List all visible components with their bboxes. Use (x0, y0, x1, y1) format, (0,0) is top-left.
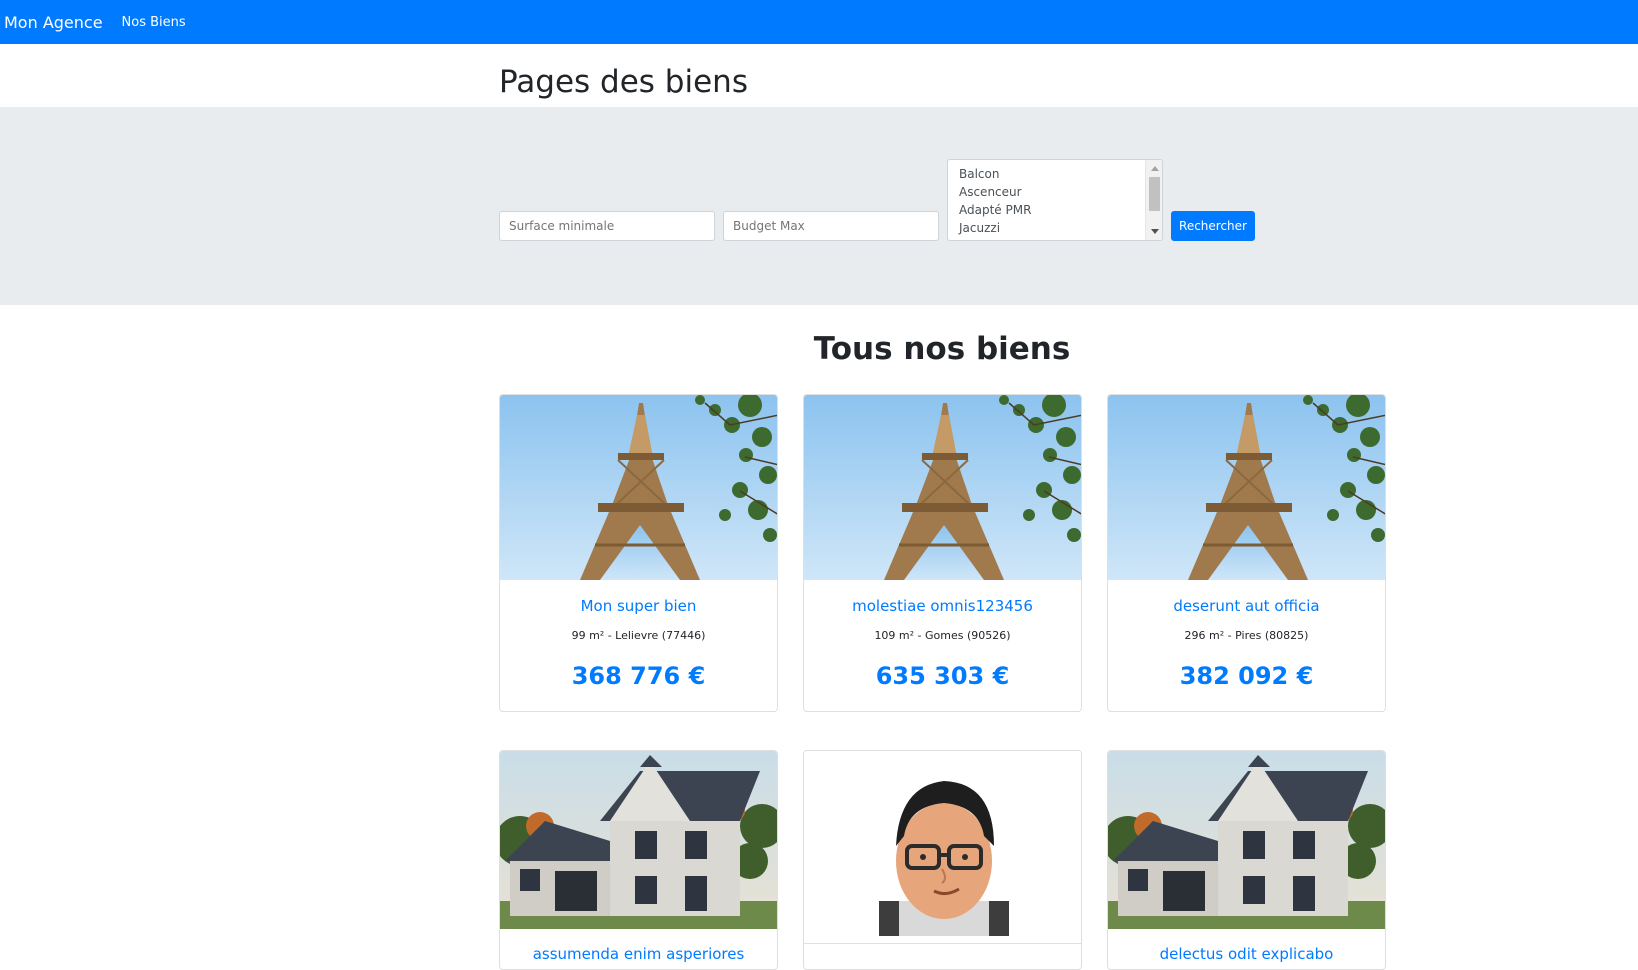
property-meta: 99 m² - Lelievre (77446) (571, 629, 706, 642)
property-card[interactable]: molestiae omnis123456 109 m² - Gomes (90… (803, 394, 1082, 712)
option-pmr[interactable]: Adapté PMR (948, 201, 1162, 219)
house-image (1108, 751, 1385, 929)
eiffel-tower-image (500, 395, 777, 580)
search-band (0, 107, 1638, 305)
option-balcon[interactable]: Balcon (948, 165, 1162, 183)
property-title[interactable]: Mon super bien (500, 597, 777, 615)
property-title[interactable]: molestiae omnis123456 (804, 597, 1081, 615)
property-meta: 296 m² - Pires (80825) (1184, 629, 1309, 642)
search-button[interactable]: Rechercher (1171, 211, 1255, 241)
option-ascenceur[interactable]: Ascenceur (948, 183, 1162, 201)
page-title: Pages des biens (499, 64, 748, 100)
scroll-down-icon[interactable] (1151, 229, 1159, 234)
multiselect-scrollbar[interactable] (1145, 160, 1162, 240)
options-multiselect[interactable]: Balcon Ascenceur Adapté PMR Jacuzzi (947, 159, 1163, 241)
option-jacuzzi[interactable]: Jacuzzi (948, 219, 1162, 237)
section-title: Tous nos biens (813, 331, 1071, 367)
top-navbar: Mon Agence Nos Biens (0, 0, 1638, 44)
eiffel-tower-image (1108, 395, 1385, 580)
avatar-image (804, 751, 1081, 944)
house-image (500, 751, 777, 929)
eiffel-tower-image (804, 395, 1081, 580)
property-price: 382 092 € (1179, 662, 1314, 690)
property-title[interactable]: deserunt aut officia (1108, 597, 1385, 615)
property-card[interactable]: Mon super bien 99 m² - Lelievre (77446) … (499, 394, 778, 712)
scroll-up-icon[interactable] (1151, 166, 1159, 171)
budget-max-input[interactable] (723, 211, 939, 241)
property-card[interactable]: delectus odit explicabo (1107, 750, 1386, 970)
property-title[interactable]: delectus odit explicabo (1108, 945, 1385, 963)
property-card[interactable] (803, 750, 1082, 970)
nav-link-biens[interactable]: Nos Biens (122, 15, 186, 30)
scroll-thumb[interactable] (1149, 177, 1160, 211)
property-meta: 109 m² - Gomes (90526) (874, 629, 1011, 642)
property-price: 635 303 € (875, 662, 1010, 690)
property-price: 368 776 € (571, 662, 706, 690)
property-title[interactable]: assumenda enim asperiores (500, 945, 777, 963)
property-card[interactable]: assumenda enim asperiores (499, 750, 778, 970)
brand-link[interactable]: Mon Agence (4, 13, 103, 32)
property-card[interactable]: deserunt aut officia 296 m² - Pires (808… (1107, 394, 1386, 712)
surface-min-input[interactable] (499, 211, 715, 241)
